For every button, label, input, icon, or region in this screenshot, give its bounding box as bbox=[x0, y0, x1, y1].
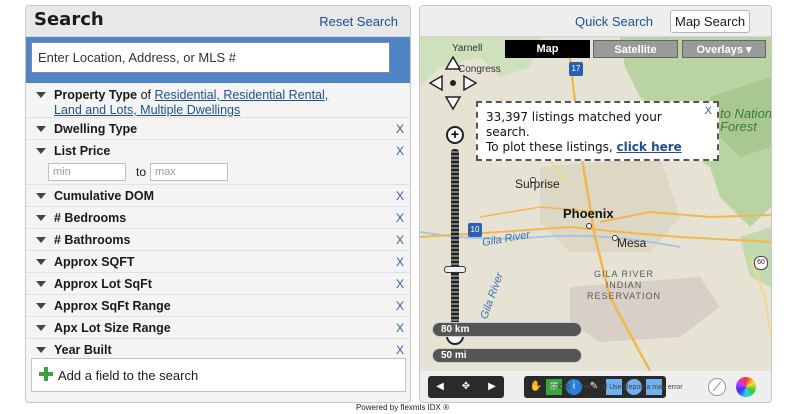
search-header: Search Reset Search bbox=[26, 6, 410, 37]
map-nav-group: ◀ ✥ ▶ bbox=[428, 376, 504, 398]
satellite-view-button[interactable]: Satellite bbox=[593, 40, 678, 58]
reservation-label: GILA RIVER INDIAN RESERVATION bbox=[587, 269, 662, 301]
color-wheel-icon[interactable] bbox=[736, 377, 756, 397]
remove-filter-button[interactable]: X bbox=[396, 299, 404, 313]
plot-listings-link[interactable]: click here bbox=[616, 140, 681, 154]
location-bar bbox=[26, 37, 410, 83]
filter-year-built[interactable]: Year Built X bbox=[26, 339, 410, 354]
map-view[interactable]: Map Satellite Overlays ▾ Yarnell Congres… bbox=[420, 37, 771, 371]
remove-filter-button[interactable]: X bbox=[396, 122, 404, 136]
remove-filter-button[interactable]: X bbox=[396, 277, 404, 291]
collapse-arrow-icon[interactable] bbox=[36, 281, 46, 287]
collapse-arrow-icon[interactable] bbox=[36, 215, 46, 221]
remove-filter-button[interactable]: X bbox=[396, 211, 404, 225]
price-min-input[interactable] bbox=[48, 163, 126, 181]
add-field-button[interactable]: Add a field to the search bbox=[31, 358, 406, 392]
zoom-slider-handle[interactable] bbox=[444, 266, 466, 273]
filter-bathrooms[interactable]: # Bathrooms X bbox=[26, 229, 410, 251]
collapse-arrow-icon[interactable] bbox=[36, 259, 46, 265]
filter-label: # Bedrooms bbox=[54, 211, 127, 225]
collapse-arrow-icon[interactable] bbox=[36, 92, 46, 98]
listings-popup: 33,397 listings matched your search. To … bbox=[476, 101, 719, 161]
property-types-link[interactable]: Residential, Residential Rental, bbox=[155, 88, 329, 102]
filter-label: Approx SqFt Range bbox=[54, 299, 171, 313]
filter-apx-lot-size-range[interactable]: Apx Lot Size Range X bbox=[26, 317, 410, 339]
filter-of-text: of bbox=[140, 88, 152, 102]
remove-filter-button[interactable]: X bbox=[396, 343, 404, 354]
collapse-arrow-icon[interactable] bbox=[36, 303, 46, 309]
filter-label: List Price bbox=[54, 144, 111, 158]
scale-mi: 50 mi bbox=[432, 348, 582, 363]
filter-approx-sqft[interactable]: Approx SQFT X bbox=[26, 251, 410, 273]
plus-icon bbox=[39, 367, 53, 381]
filter-label: Property Type bbox=[54, 88, 138, 102]
search-panel: Search Reset Search Property Type of Res… bbox=[25, 5, 411, 403]
filter-label: Apx Lot Size Range bbox=[54, 321, 171, 335]
powered-by-footer: Powered by flexmls IDX ® bbox=[355, 403, 450, 412]
collapse-arrow-icon[interactable] bbox=[36, 325, 46, 331]
collapse-arrow-icon[interactable] bbox=[36, 148, 46, 154]
collapse-arrow-icon[interactable] bbox=[36, 237, 46, 243]
collapse-arrow-icon[interactable] bbox=[36, 193, 46, 199]
property-types-link-2[interactable]: Land and Lots, Multiple Dwellings bbox=[54, 103, 240, 117]
listings-count-text: 33,397 listings matched your search. bbox=[486, 110, 662, 139]
zoom-slider[interactable] bbox=[451, 149, 459, 327]
pan-hand-icon[interactable]: ✋ bbox=[528, 379, 544, 395]
price-max-input[interactable] bbox=[150, 163, 228, 181]
remove-filter-button[interactable]: X bbox=[396, 233, 404, 247]
filter-label: Cumulative DOM bbox=[54, 189, 155, 203]
filter-label: Approx Lot SqFt bbox=[54, 277, 152, 291]
remove-filter-button[interactable]: X bbox=[396, 144, 404, 158]
highway-shield-icon: 10 bbox=[468, 223, 482, 237]
map-panel: Quick Search Map Search Map Satellite Ov… bbox=[419, 5, 772, 403]
filter-list: Property Type of Residential, Residentia… bbox=[26, 84, 410, 354]
location-search-input[interactable] bbox=[31, 42, 390, 73]
map-copyright: ©2016 ... Terms of Use Report a map erro… bbox=[550, 384, 683, 391]
filter-approx-lot-sqft[interactable]: Approx Lot SqFt X bbox=[26, 273, 410, 295]
filter-property-type[interactable]: Property Type of Residential, Residentia… bbox=[26, 84, 410, 118]
filter-label: # Bathrooms bbox=[54, 233, 131, 247]
collapse-arrow-icon[interactable] bbox=[36, 126, 46, 132]
place-label: Yarnell bbox=[452, 43, 483, 54]
close-popup-button[interactable]: X bbox=[705, 105, 712, 117]
add-field-label: Add a field to the search bbox=[58, 368, 199, 383]
forest-label: to Nationa Forest bbox=[720, 106, 771, 134]
full-extent-icon[interactable]: ✥ bbox=[458, 379, 474, 395]
place-label: Surprise bbox=[515, 177, 560, 191]
filter-cumulative-dom[interactable]: Cumulative DOM X bbox=[26, 185, 410, 207]
filter-label: Dwelling Type bbox=[54, 122, 138, 136]
filter-dwelling-type[interactable]: Dwelling Type X bbox=[26, 118, 410, 140]
scale-km: 80 km bbox=[432, 322, 582, 337]
map-panel-header: Quick Search Map Search bbox=[420, 6, 771, 37]
place-label: Phoenix bbox=[563, 206, 614, 221]
map-view-button[interactable]: Map bbox=[505, 40, 590, 58]
map-toolbar: ◀ ✥ ▶ ✋ ⊞ i ✎ ©2016 ... Terms of Use Rep… bbox=[420, 371, 771, 402]
remove-filter-button[interactable]: X bbox=[396, 255, 404, 269]
plot-instructions: To plot these listings, bbox=[486, 140, 617, 154]
remove-filter-button[interactable]: X bbox=[396, 189, 404, 203]
price-to-label: to bbox=[136, 165, 147, 179]
collapse-arrow-icon[interactable] bbox=[36, 347, 46, 353]
zoom-in-button[interactable]: + bbox=[446, 126, 464, 144]
reset-search-link[interactable]: Reset Search bbox=[319, 14, 398, 29]
filter-approx-sqft-range[interactable]: Approx SqFt Range X bbox=[26, 295, 410, 317]
highway-shield-icon: 60 bbox=[754, 256, 768, 270]
overlays-dropdown[interactable]: Overlays ▾ bbox=[682, 40, 766, 58]
previous-icon[interactable]: ◀ bbox=[432, 379, 448, 395]
filter-label: Year Built bbox=[54, 343, 112, 354]
quick-search-tab[interactable]: Quick Search bbox=[575, 14, 653, 29]
measure-pin-icon[interactable]: ⟋ bbox=[708, 378, 726, 396]
remove-filter-button[interactable]: X bbox=[396, 321, 404, 335]
place-label: Mesa bbox=[617, 236, 647, 250]
highway-shield-icon: 17 bbox=[569, 62, 583, 76]
filter-list-price[interactable]: List Price X to bbox=[26, 140, 410, 185]
pan-control[interactable] bbox=[428, 55, 478, 111]
search-title: Search bbox=[34, 9, 104, 30]
filter-label: Approx SQFT bbox=[54, 255, 135, 269]
map-search-tab[interactable]: Map Search bbox=[670, 10, 751, 33]
filter-bedrooms[interactable]: # Bedrooms X bbox=[26, 207, 410, 229]
next-icon[interactable]: ▶ bbox=[484, 379, 500, 395]
